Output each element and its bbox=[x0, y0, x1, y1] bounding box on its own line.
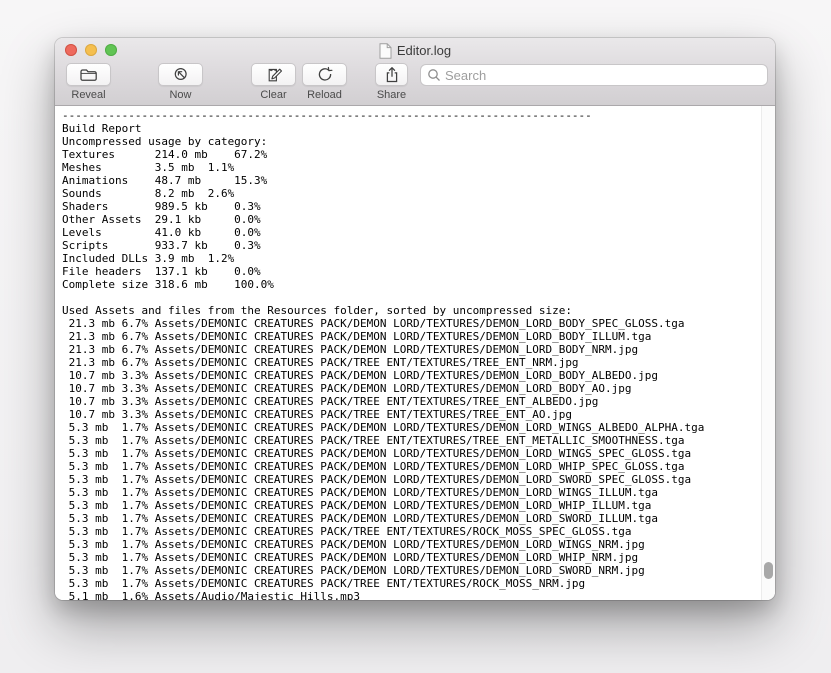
log-line: 5.3 mb 1.7% Assets/DEMONIC CREATURES PAC… bbox=[62, 460, 775, 473]
log-line: Sounds 8.2 mb 2.6% bbox=[62, 187, 775, 200]
log-line: 5.3 mb 1.7% Assets/DEMONIC CREATURES PAC… bbox=[62, 473, 775, 486]
title-wrap: Editor.log bbox=[55, 38, 775, 62]
log-line: Used Assets and files from the Resources… bbox=[62, 304, 775, 317]
toolbar-item-reload: Reload bbox=[302, 63, 347, 101]
share-button-label: Share bbox=[377, 89, 406, 101]
clear-pencil-icon bbox=[265, 66, 283, 84]
log-line: 5.3 mb 1.7% Assets/DEMONIC CREATURES PAC… bbox=[62, 447, 775, 460]
share-icon bbox=[383, 66, 401, 84]
window-header: Editor.log Reveal Now Clear Reload Share bbox=[55, 38, 775, 106]
toolbar: Reveal Now Clear Reload Share bbox=[55, 62, 775, 105]
log-line: Shaders 989.5 kb 0.3% bbox=[62, 200, 775, 213]
toolbar-item-share: Share bbox=[375, 63, 408, 101]
reload-button-label: Reload bbox=[307, 89, 342, 101]
log-line: 21.3 mb 6.7% Assets/DEMONIC CREATURES PA… bbox=[62, 356, 775, 369]
log-line: Animations 48.7 mb 15.3% bbox=[62, 174, 775, 187]
log-line: Complete size 318.6 mb 100.0% bbox=[62, 278, 775, 291]
log-line: Textures 214.0 mb 67.2% bbox=[62, 148, 775, 161]
log-line: Levels 41.0 kb 0.0% bbox=[62, 226, 775, 239]
clear-button[interactable] bbox=[251, 63, 296, 86]
log-line: Build Report bbox=[62, 122, 775, 135]
toolbar-item-clear: Clear bbox=[251, 63, 296, 101]
log-line: 5.3 mb 1.7% Assets/DEMONIC CREATURES PAC… bbox=[62, 486, 775, 499]
now-button[interactable] bbox=[158, 63, 203, 86]
reveal-button[interactable] bbox=[66, 63, 111, 86]
log-line: 5.3 mb 1.7% Assets/DEMONIC CREATURES PAC… bbox=[62, 577, 775, 590]
log-line: Included DLLs 3.9 mb 1.2% bbox=[62, 252, 775, 265]
log-line: 5.3 mb 1.7% Assets/DEMONIC CREATURES PAC… bbox=[62, 564, 775, 577]
search-field[interactable] bbox=[420, 64, 768, 86]
log-line: 5.3 mb 1.7% Assets/DEMONIC CREATURES PAC… bbox=[62, 499, 775, 512]
reveal-button-label: Reveal bbox=[71, 89, 105, 101]
log-line: 21.3 mb 6.7% Assets/DEMONIC CREATURES PA… bbox=[62, 343, 775, 356]
log-line: 5.3 mb 1.7% Assets/DEMONIC CREATURES PAC… bbox=[62, 512, 775, 525]
log-line: 10.7 mb 3.3% Assets/DEMONIC CREATURES PA… bbox=[62, 369, 775, 382]
log-line: Meshes 3.5 mb 1.1% bbox=[62, 161, 775, 174]
reload-icon bbox=[316, 66, 334, 84]
jump-to-now-icon bbox=[172, 66, 190, 84]
log-lines: ----------------------------------------… bbox=[55, 106, 775, 600]
log-line: 5.3 mb 1.7% Assets/DEMONIC CREATURES PAC… bbox=[62, 551, 775, 564]
log-line: Uncompressed usage by category: bbox=[62, 135, 775, 148]
log-line: Scripts 933.7 kb 0.3% bbox=[62, 239, 775, 252]
search-input[interactable] bbox=[445, 68, 767, 83]
log-content-area[interactable]: ----------------------------------------… bbox=[55, 106, 775, 600]
log-line: 5.3 mb 1.7% Assets/DEMONIC CREATURES PAC… bbox=[62, 421, 775, 434]
log-line: 5.3 mb 1.7% Assets/DEMONIC CREATURES PAC… bbox=[62, 525, 775, 538]
log-line: Other Assets 29.1 kb 0.0% bbox=[62, 213, 775, 226]
log-line: 21.3 mb 6.7% Assets/DEMONIC CREATURES PA… bbox=[62, 317, 775, 330]
log-line: 5.1 mb 1.6% Assets/Audio/Majestic_Hills.… bbox=[62, 590, 775, 600]
desktop-background: Editor.log Reveal Now Clear Reload Share ---… bbox=[0, 0, 831, 673]
log-line: 10.7 mb 3.3% Assets/DEMONIC CREATURES PA… bbox=[62, 382, 775, 395]
window-title: Editor.log bbox=[397, 43, 451, 58]
reload-button[interactable] bbox=[302, 63, 347, 86]
console-log-window: Editor.log Reveal Now Clear Reload Share ---… bbox=[55, 38, 775, 600]
log-line: 5.3 mb 1.7% Assets/DEMONIC CREATURES PAC… bbox=[62, 434, 775, 447]
toolbar-item-reveal: Reveal bbox=[66, 63, 111, 101]
log-line: File headers 137.1 kb 0.0% bbox=[62, 265, 775, 278]
toolbar-item-now: Now bbox=[158, 63, 203, 101]
window-titlebar[interactable]: Editor.log bbox=[55, 38, 775, 62]
folder-icon bbox=[79, 66, 98, 83]
log-line: ----------------------------------------… bbox=[62, 109, 775, 122]
log-line: 5.3 mb 1.7% Assets/DEMONIC CREATURES PAC… bbox=[62, 538, 775, 551]
now-button-label: Now bbox=[169, 89, 191, 101]
search-icon bbox=[427, 68, 441, 82]
share-button[interactable] bbox=[375, 63, 408, 86]
log-line: 10.7 mb 3.3% Assets/DEMONIC CREATURES PA… bbox=[62, 408, 775, 421]
scrollbar-thumb[interactable] bbox=[764, 562, 773, 579]
vertical-scrollbar[interactable] bbox=[761, 106, 775, 600]
clear-button-label: Clear bbox=[260, 89, 286, 101]
log-line bbox=[62, 291, 775, 304]
log-line: 10.7 mb 3.3% Assets/DEMONIC CREATURES PA… bbox=[62, 395, 775, 408]
log-line: 21.3 mb 6.7% Assets/DEMONIC CREATURES PA… bbox=[62, 330, 775, 343]
document-icon bbox=[379, 43, 392, 59]
